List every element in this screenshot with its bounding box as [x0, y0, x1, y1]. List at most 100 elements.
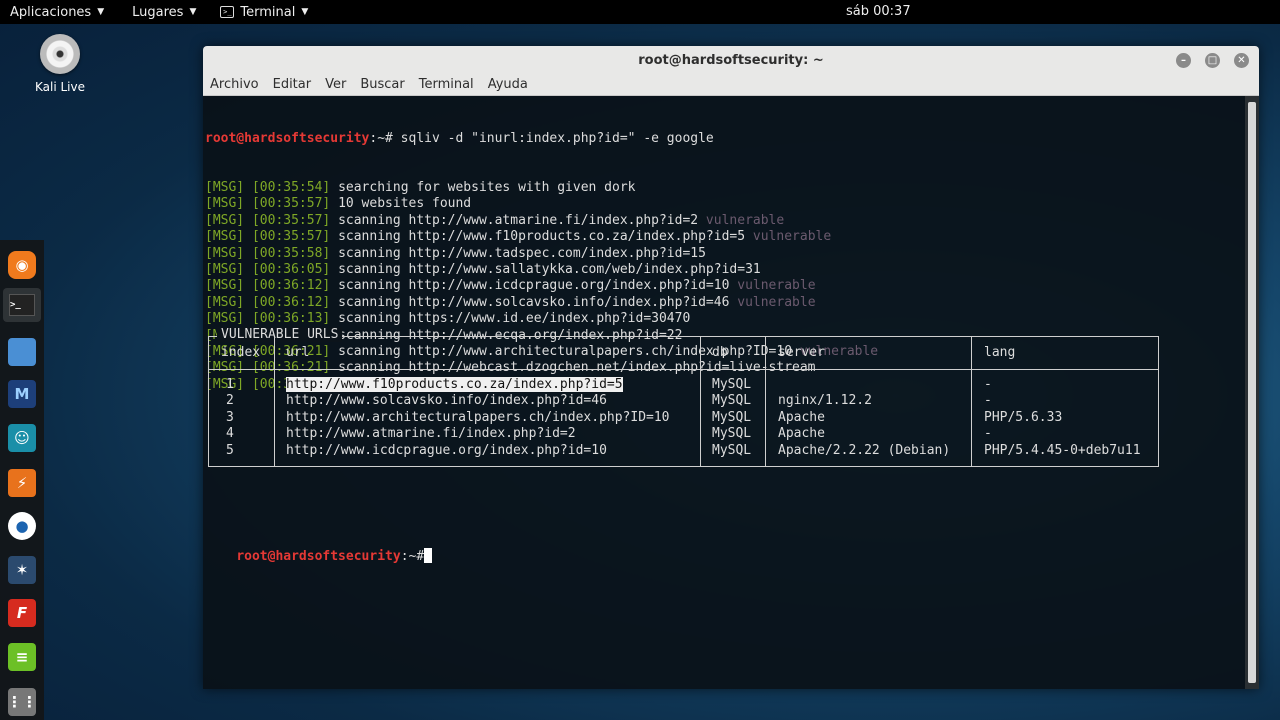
message-text: 10 websites found	[330, 196, 472, 212]
beef-icon[interactable]: ✶	[8, 556, 36, 584]
cell-index: 5	[226, 442, 234, 458]
menu-editar[interactable]: Editar	[273, 77, 312, 92]
vulnerable-flag: vulnerable	[698, 212, 785, 228]
menu-ayuda[interactable]: Ayuda	[488, 77, 528, 92]
message-line: [MSG] [00:36:12] scanning http://www.icd…	[205, 278, 1245, 294]
message-tag: [MSG]	[205, 212, 245, 228]
message-text: scanning http://www.f10products.co.za/in…	[330, 229, 746, 245]
vulnerable-flag: vulnerable	[745, 229, 832, 245]
places-menu[interactable]: Lugares ▼	[122, 0, 206, 24]
message-text: searching for websites with given dork	[330, 180, 636, 196]
cell-url: http://www.icdcprague.org/index.php?id=1…	[286, 442, 607, 458]
message-line: [MSG] [00:36:13] scanning https://www.id…	[205, 311, 1245, 327]
message-line: [MSG] [00:35:54] searching for websites …	[205, 180, 1245, 196]
cell-url: http://www.atmarine.fi/index.php?id=2	[286, 426, 576, 442]
files-icon[interactable]	[8, 338, 36, 366]
command-line: root@hardsoftsecurity:~# sqliv -d "inurl…	[205, 131, 1245, 147]
top-panel: Aplicaciones ▼ Lugares ▼ >_ Terminal ▼ sáb 0…	[0, 0, 1280, 24]
cell-lang: PHP/5.6.33	[984, 409, 1063, 425]
applications-label: Aplicaciones	[10, 4, 92, 20]
minimize-icon[interactable]: –	[1176, 53, 1191, 68]
message-time: [00:35:54]	[251, 180, 331, 196]
vulnerable-flag: vulnerable	[729, 278, 816, 294]
close-icon[interactable]: ✕	[1234, 53, 1249, 68]
message-tag: [MSG]	[205, 196, 245, 212]
cell-url: http://www.architecturalpapers.ch/index.…	[286, 409, 670, 425]
cell-lang: -	[984, 377, 992, 392]
header-db: db	[712, 345, 728, 360]
cell-db: MySQL	[712, 393, 752, 409]
cell-index: 2	[226, 393, 234, 409]
cell-server: Apache	[778, 409, 825, 425]
maximize-icon[interactable]: □	[1205, 53, 1220, 68]
column-divider	[765, 337, 766, 466]
column-divider	[274, 337, 275, 466]
caret-down-icon: ▼	[189, 7, 197, 17]
scrollbar-thumb[interactable]	[1248, 102, 1256, 683]
message-time: [00:35:58]	[251, 245, 331, 261]
message-time: [00:35:57]	[251, 229, 331, 245]
header-index: index	[221, 345, 261, 360]
menubar: Archivo Editar Ver Buscar Terminal Ayuda	[203, 74, 1259, 96]
header-server: server	[778, 345, 825, 360]
message-text: scanning http://www.solcavsko.info/index…	[330, 294, 730, 310]
desktop-icon-kali-live[interactable]: Kali Live	[28, 34, 92, 94]
maltego-icon[interactable]: ●	[8, 512, 36, 540]
cell-lang: -	[984, 393, 992, 409]
window-titlebar[interactable]: root@hardsoftsecurity: ~ – □ ✕	[203, 46, 1259, 74]
command-text: sqliv -d "inurl:index.php?id=" -e google	[392, 130, 714, 146]
menu-buscar[interactable]: Buscar	[360, 77, 404, 92]
cell-index: 1	[226, 377, 234, 392]
clock[interactable]: sáb 00:37	[846, 4, 911, 19]
cell-db: MySQL	[712, 426, 752, 442]
message-line: [MSG] [00:35:57] 10 websites found	[205, 196, 1245, 212]
cell-lang: -	[984, 426, 992, 442]
message-line: [MSG] [00:35:57] scanning http://www.atm…	[205, 213, 1245, 229]
message-line: [MSG] [00:36:05] scanning http://www.sal…	[205, 262, 1245, 278]
applications-menu[interactable]: Aplicaciones ▼	[0, 0, 114, 24]
apps-grid-icon[interactable]: ⋮⋮	[7, 688, 37, 716]
cell-index: 3	[226, 409, 234, 425]
terminal-window[interactable]: root@hardsoftsecurity: ~ – □ ✕ Archivo E…	[203, 46, 1259, 689]
header-url: url	[286, 345, 310, 360]
terminal-icon: >_	[220, 6, 235, 18]
prompt-user: root@hardsoftsecurity	[205, 130, 370, 146]
header-divider	[209, 369, 1158, 370]
desktop-icon-label: Kali Live	[35, 80, 85, 94]
message-time: [00:36:12]	[251, 278, 331, 294]
armitage-icon[interactable]: ☺	[8, 424, 36, 452]
metasploit-icon[interactable]: M	[8, 380, 36, 408]
terminal-app-menu[interactable]: >_ Terminal ▼	[210, 0, 318, 24]
prompt-path: :~#	[400, 549, 425, 565]
faraday-icon[interactable]: F	[8, 599, 36, 627]
prompt-path: :~#	[369, 130, 393, 146]
message-tag: [MSG]	[205, 278, 245, 294]
firefox-icon[interactable]: ◉	[8, 251, 36, 279]
places-label: Lugares	[132, 4, 184, 20]
menu-ver[interactable]: Ver	[325, 77, 346, 92]
message-line: [MSG] [00:35:57] scanning http://www.f10…	[205, 229, 1245, 245]
message-time: [00:36:05]	[251, 261, 331, 277]
burpsuite-icon[interactable]: ⚡	[8, 469, 36, 497]
message-tag: [MSG]	[205, 294, 245, 310]
message-text: scanning http://www.atmarine.fi/index.ph…	[330, 212, 699, 228]
caret-down-icon: ▼	[301, 7, 309, 17]
message-tag: [MSG]	[205, 180, 245, 196]
message-tag: [MSG]	[205, 311, 245, 327]
current-prompt-line: root@hardsoftsecurity:~#	[203, 530, 1245, 564]
dock: ◉ >_ M ☺ ⚡ ● ✶ F ≡ ⋮⋮	[0, 240, 44, 720]
menu-archivo[interactable]: Archivo	[210, 77, 259, 92]
message-text: scanning http://www.icdcprague.org/index…	[330, 278, 730, 294]
menu-terminal[interactable]: Terminal	[419, 77, 474, 92]
notes-icon[interactable]: ≡	[8, 643, 36, 671]
cell-server: nginx/1.12.2	[778, 393, 872, 409]
scrollbar[interactable]	[1245, 96, 1259, 689]
cell-db: MySQL	[712, 377, 752, 392]
terminal-icon[interactable]: >_	[3, 288, 41, 322]
